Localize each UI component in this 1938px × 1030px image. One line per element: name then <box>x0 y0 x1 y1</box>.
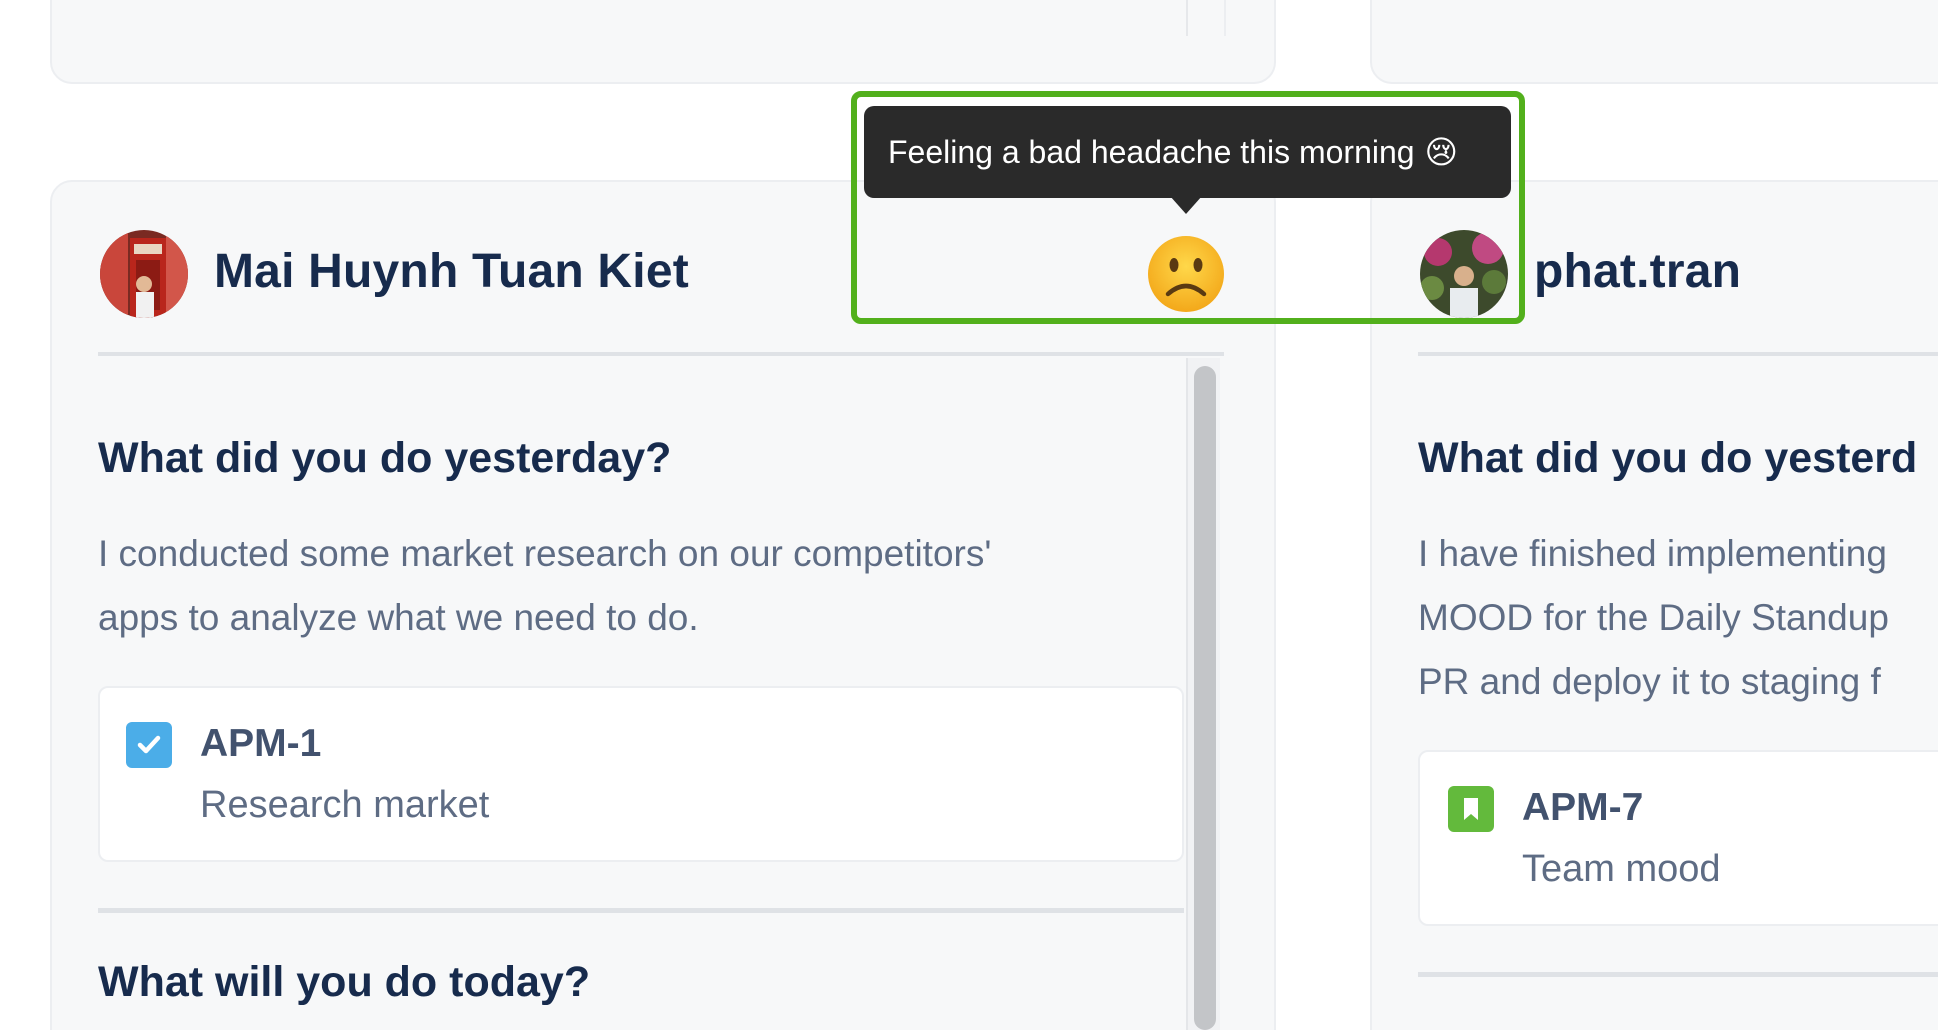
header-divider-left <box>98 352 1224 356</box>
yesterday-body-line-1-left: I conducted some market research on our … <box>98 533 992 574</box>
issue-key[interactable]: APM-7 <box>1522 786 1643 830</box>
yesterday-heading-right: What did you do yesterd <box>1418 434 1918 482</box>
task-checkbox-icon <box>126 722 172 768</box>
previous-card-left <box>50 0 1276 84</box>
section-divider-right <box>1418 972 1938 977</box>
crying-face-icon: 😢 <box>1424 134 1458 170</box>
standup-board: Mai Huynh Tuan Kiet What did you do yest… <box>0 0 1938 1030</box>
top-card-divider <box>1224 0 1226 36</box>
issue-title: Research market <box>200 784 490 826</box>
today-heading-left: What will you do today? <box>98 958 591 1006</box>
member-name-right: phat.tran <box>1534 245 1742 298</box>
yesterday-heading-left: What did you do yesterday? <box>98 434 672 482</box>
header-divider-right <box>1418 352 1938 356</box>
issue-card-apm-1[interactable]: APM-1 Research market <box>98 686 1184 862</box>
previous-card-right <box>1370 0 1938 84</box>
mood-tooltip-text: Feeling a bad headache this morning <box>888 133 1415 170</box>
top-card-scrollbar-edge <box>1186 0 1188 36</box>
yesterday-body-line-3-right: PR and deploy it to staging f <box>1418 661 1881 702</box>
mood-tooltip: Feeling a bad headache this morning 😢 <box>864 106 1511 198</box>
issue-card-apm-7[interactable]: APM-7 Team mood <box>1418 750 1938 926</box>
frowning-face-icon[interactable] <box>1146 234 1226 314</box>
section-divider-left <box>98 908 1184 913</box>
member-name-left: Mai Huynh Tuan Kiet <box>214 245 689 298</box>
tooltip-arrow <box>1170 196 1202 214</box>
story-bookmark-icon <box>1448 786 1494 832</box>
yesterday-body-line-1-right: I have finished implementing <box>1418 533 1887 574</box>
yesterday-body-line-2-left: apps to analyze what we need to do. <box>98 597 699 638</box>
issue-key[interactable]: APM-1 <box>200 722 321 766</box>
issue-title: Team mood <box>1522 848 1721 890</box>
yesterday-body-line-2-right: MOOD for the Daily Standup <box>1418 597 1889 638</box>
avatar-left[interactable] <box>100 230 188 318</box>
scrollbar-thumb[interactable] <box>1194 366 1216 1030</box>
